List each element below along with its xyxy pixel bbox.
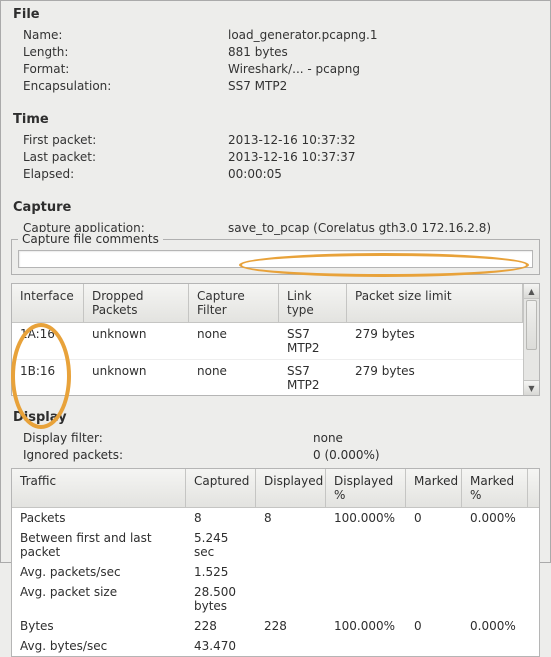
col-traffic[interactable]: Traffic: [12, 469, 186, 507]
display-filter-value: none: [313, 431, 343, 445]
col-marked-pct[interactable]: Marked %: [462, 469, 528, 507]
table-row[interactable]: Between first and last packet 5.245 sec: [12, 528, 539, 562]
display-section-title: Display: [13, 410, 538, 425]
first-packet-label: First packet:: [13, 133, 228, 147]
file-encap-value: SS7 MTP2: [228, 79, 538, 93]
scroll-up-button[interactable]: ▲: [524, 284, 539, 299]
file-length-label: Length:: [13, 45, 228, 59]
interface-table-body: 1A:16 unknown none SS7 MTP2 279 bytes 1B…: [12, 323, 523, 395]
table-row[interactable]: Bytes 228 228 100.000% 0 0.000%: [12, 616, 539, 636]
file-length-value: 881 bytes: [228, 45, 538, 59]
traffic-table-body: Packets 8 8 100.000% 0 0.000% Between fi…: [12, 508, 539, 656]
display-filter-label: Display filter:: [13, 431, 313, 445]
file-name-label: Name:: [13, 28, 228, 42]
table-row[interactable]: 1B:16 unknown none SS7 MTP2 279 bytes: [12, 360, 523, 395]
ignored-packets-label: Ignored packets:: [13, 448, 313, 462]
interface-scrollbar[interactable]: ▲ ▼: [523, 284, 539, 395]
file-section-title: File: [13, 7, 538, 22]
first-packet-value: 2013-12-16 10:37:32: [228, 133, 538, 147]
table-row[interactable]: Avg. packets/sec 1.525: [12, 562, 539, 582]
elapsed-label: Elapsed:: [13, 167, 228, 181]
file-encap-label: Encapsulation:: [13, 79, 228, 93]
traffic-table-header: Traffic Captured Displayed Displayed % M…: [12, 469, 539, 508]
file-section: File Name: load_generator.pcapng.1 Lengt…: [1, 1, 550, 106]
col-marked[interactable]: Marked: [406, 469, 462, 507]
scroll-thumb[interactable]: [526, 300, 537, 350]
col-displayed-pct[interactable]: Displayed %: [326, 469, 406, 507]
file-name-value: load_generator.pcapng.1: [228, 28, 538, 42]
capture-section: Capture Capture application: save_to_pca…: [1, 194, 550, 235]
table-row[interactable]: Avg. packet size 28.500 bytes: [12, 582, 539, 616]
file-format-value: Wireshark/... - pcapng: [228, 62, 538, 76]
capture-comments-input[interactable]: [18, 250, 533, 268]
col-link-type[interactable]: Link type: [279, 284, 347, 322]
col-displayed[interactable]: Displayed: [256, 469, 326, 507]
capture-comments-legend: Capture file comments: [18, 232, 163, 246]
interface-table: Interface Dropped Packets Capture Filter…: [12, 284, 523, 395]
scroll-down-button[interactable]: ▼: [524, 380, 539, 395]
col-interface[interactable]: Interface: [12, 284, 84, 322]
last-packet-value: 2013-12-16 10:37:37: [228, 150, 538, 164]
interface-table-header: Interface Dropped Packets Capture Filter…: [12, 284, 523, 323]
table-row[interactable]: 1A:16 unknown none SS7 MTP2 279 bytes: [12, 323, 523, 360]
col-dropped-packets[interactable]: Dropped Packets: [84, 284, 189, 322]
display-section: Display Display filter: none Ignored pac…: [1, 404, 550, 462]
col-capture-filter[interactable]: Capture Filter: [189, 284, 279, 322]
elapsed-value: 00:00:05: [228, 167, 538, 181]
time-section-title: Time: [13, 112, 538, 127]
table-row[interactable]: Packets 8 8 100.000% 0 0.000%: [12, 508, 539, 528]
capture-app-value: save_to_pcap (Corelatus gth3.0 172.16.2.…: [228, 221, 538, 235]
table-row[interactable]: Avg. bytes/sec 43.470: [12, 636, 539, 656]
last-packet-label: Last packet:: [13, 150, 228, 164]
file-format-label: Format:: [13, 62, 228, 76]
capture-comments-group: Capture file comments: [11, 239, 540, 275]
ignored-packets-value: 0 (0.000%): [313, 448, 380, 462]
time-section: Time First packet: 2013-12-16 10:37:32 L…: [1, 106, 550, 194]
col-captured[interactable]: Captured: [186, 469, 256, 507]
capture-section-title: Capture: [13, 200, 538, 215]
interface-table-wrap: Interface Dropped Packets Capture Filter…: [11, 283, 540, 396]
col-packet-size-limit[interactable]: Packet size limit: [347, 284, 523, 322]
